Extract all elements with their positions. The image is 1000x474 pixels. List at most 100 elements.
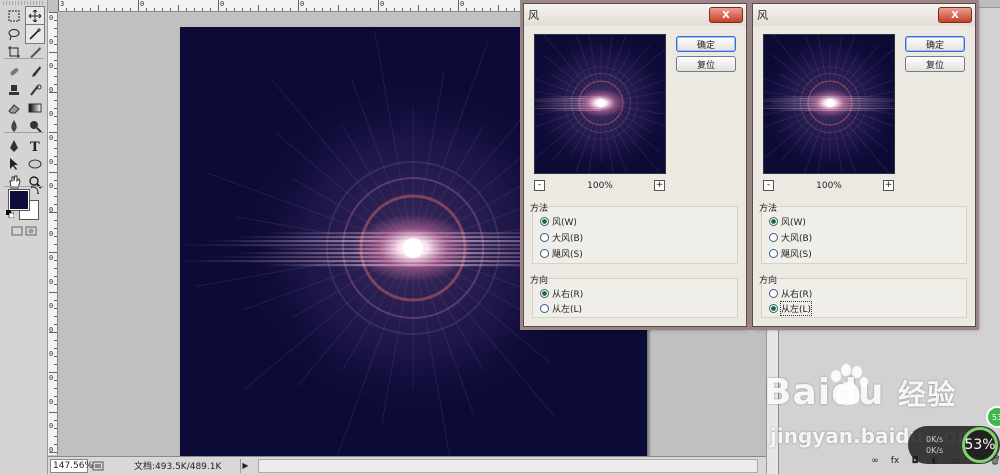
vertical-ruler[interactable]: 0 0 0 0 0 0 0 0 0 0 0 0 0 0 0 0 0 0 0 <box>48 12 58 455</box>
tools-panel: T <box>0 0 48 474</box>
ruler-tick <box>49 252 57 253</box>
ruler-tick <box>130 8 131 11</box>
ruler-tick <box>234 8 235 11</box>
reset-button[interactable]: 复位 <box>676 56 736 72</box>
link-layers-icon[interactable]: ∞ <box>869 455 881 467</box>
radio-button-icon[interactable] <box>540 304 549 313</box>
shape-tool-icon[interactable] <box>25 154 45 174</box>
zoom-in-button[interactable]: + <box>654 180 665 191</box>
ruler-tick <box>314 8 315 11</box>
radio-button-icon[interactable] <box>540 233 549 242</box>
network-rate-up: 0K/s <box>926 435 944 444</box>
ruler-label: 0 <box>49 374 54 382</box>
blur-tool-icon[interactable] <box>4 116 24 136</box>
document-status-icon[interactable] <box>92 460 104 472</box>
zoom-in-button[interactable]: + <box>883 180 894 191</box>
dialog-title: 风 <box>757 9 768 22</box>
ruler-tick <box>450 8 451 11</box>
slice-tool-icon[interactable] <box>25 42 45 62</box>
ruler-tick <box>54 300 57 301</box>
dodge-tool-icon[interactable] <box>25 116 45 136</box>
reset-button[interactable]: 复位 <box>905 56 965 72</box>
magic-wand-tool-icon[interactable] <box>25 24 45 44</box>
radio-button-icon[interactable] <box>769 249 778 258</box>
ruler-tick <box>474 8 475 11</box>
method-radio[interactable]: 飓风(S) <box>540 247 583 260</box>
ruler-label: 0 <box>49 302 54 310</box>
method-radio[interactable]: 风(W) <box>540 215 577 228</box>
ruler-tick <box>54 204 57 205</box>
ruler-tick <box>54 356 57 357</box>
ruler-label: 0 <box>49 134 54 142</box>
tools-grip[interactable] <box>3 1 44 5</box>
ruler-tick <box>54 268 57 269</box>
ruler-tick <box>54 60 57 61</box>
type-tool-icon[interactable]: T <box>25 136 45 156</box>
filter-preview[interactable] <box>534 34 666 174</box>
ruler-tick <box>122 8 123 11</box>
quick-mask-icon[interactable] <box>10 226 38 236</box>
direction-radio[interactable]: 从左(L) <box>769 301 813 316</box>
clone-stamp-icon[interactable] <box>4 80 24 100</box>
foreground-color-swatch[interactable] <box>8 189 30 211</box>
swap-colors-icon[interactable] <box>30 185 40 195</box>
ruler-tick <box>442 8 443 11</box>
ruler-tick <box>514 8 515 11</box>
history-brush-icon[interactable] <box>25 80 45 100</box>
direction-radio[interactable]: 从右(R) <box>540 287 583 300</box>
radio-label: 大风(B) <box>552 234 584 244</box>
ruler-tick <box>54 308 57 309</box>
radio-button-icon[interactable] <box>769 233 778 242</box>
radio-button-icon[interactable] <box>769 304 778 313</box>
method-radio[interactable]: 大风(B) <box>540 231 583 244</box>
ruler-tick <box>54 436 57 437</box>
brush-tool-icon[interactable] <box>25 62 45 82</box>
radio-button-icon[interactable] <box>540 289 549 298</box>
horizontal-scrollbar[interactable] <box>258 458 758 473</box>
dialog-title-bar[interactable]: 风X <box>753 4 975 26</box>
ruler-label: 0 <box>220 0 225 8</box>
default-colors-icon[interactable] <box>6 210 15 219</box>
method-radio[interactable]: 飓风(S) <box>769 247 812 260</box>
status-menu-arrow[interactable]: ▶ <box>240 458 250 473</box>
wind-filter-dialog: 风 X 确定 复位 -100% + 方法 风(W) 大风(B) 飓风(S) 方向 从右(R) 从左(L) <box>752 3 976 327</box>
network-speed-widget[interactable]: 0K/s 0K/s 53% <box>908 426 1000 464</box>
radio-button-icon[interactable] <box>769 289 778 298</box>
gradient-tool-icon[interactable] <box>25 98 45 118</box>
lasso-tool-icon[interactable] <box>4 24 24 44</box>
layer-style-icon[interactable]: fx <box>889 455 901 467</box>
radio-button-icon[interactable] <box>769 217 778 226</box>
radio-button-icon[interactable] <box>540 217 549 226</box>
filter-preview[interactable] <box>763 34 895 174</box>
method-label: 方法 <box>759 204 778 214</box>
crop-tool-icon[interactable] <box>4 42 24 62</box>
path-selection-icon[interactable] <box>4 154 24 174</box>
pen-tool-icon[interactable] <box>4 136 24 156</box>
method-radio[interactable]: 大风(B) <box>769 231 812 244</box>
move-tool-icon[interactable] <box>25 6 45 26</box>
status-bar: 147.56% 文档:493.5K/489.1K ▶ <box>48 456 766 474</box>
dialog-title-bar[interactable]: 风X <box>524 4 746 26</box>
ruler-tick <box>250 8 251 11</box>
ruler-tick <box>54 236 57 237</box>
ruler-tick <box>66 8 67 11</box>
ok-button[interactable]: 确定 <box>905 36 965 52</box>
ruler-label: 3 <box>60 0 65 8</box>
healing-brush-icon[interactable] <box>4 62 24 82</box>
close-button[interactable]: X <box>709 7 743 23</box>
ok-button[interactable]: 确定 <box>676 36 736 52</box>
eraser-tool-icon[interactable] <box>4 98 24 118</box>
ruler-tick <box>54 276 57 277</box>
direction-radio[interactable]: 从右(R) <box>769 287 812 300</box>
wind-filter-dialog: 风 X 确定 复位 -100% + 方法 风(W) 大风(B) 飓风(S) 方向 从右(R) 从左(L) <box>523 3 747 327</box>
ruler-tick <box>54 156 57 157</box>
zoom-level-field[interactable]: 147.56% <box>50 458 93 473</box>
method-radio[interactable]: 风(W) <box>769 215 806 228</box>
radio-label: 风(W) <box>781 218 806 228</box>
radio-button-icon[interactable] <box>540 249 549 258</box>
direction-radio[interactable]: 从左(L) <box>540 302 582 315</box>
close-button[interactable]: X <box>938 7 972 23</box>
hand-tool-icon[interactable] <box>4 172 24 192</box>
marquee-tool-icon[interactable] <box>4 6 24 26</box>
ruler-tick <box>346 8 347 11</box>
